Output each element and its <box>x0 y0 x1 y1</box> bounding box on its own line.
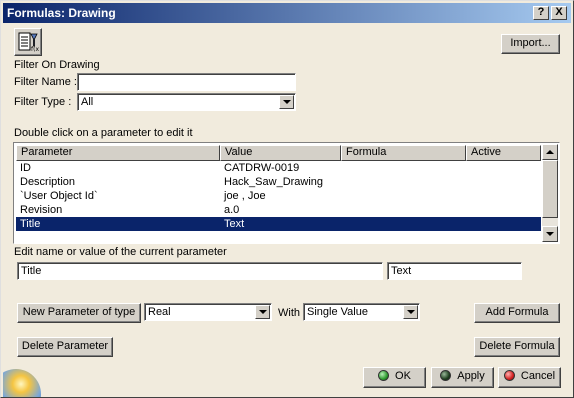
cell-parameter: Revision <box>20 204 63 216</box>
cell-value: Hack_Saw_Drawing <box>224 176 324 188</box>
column-header-active[interactable]: Active <box>466 145 541 161</box>
cell-value: Text <box>224 218 245 230</box>
column-header-formula[interactable]: Formula <box>341 145 466 161</box>
table-caption: Double click on a parameter to edit it <box>14 127 193 139</box>
column-header-parameter[interactable]: Parameter <box>16 145 220 161</box>
window-title: Formulas: Drawing <box>7 6 116 20</box>
help-button[interactable]: ? <box>533 6 549 20</box>
table-body: ID CATDRW-0019 Description Hack_Saw_Draw… <box>16 161 541 231</box>
parameter-name-input[interactable]: Title <box>17 262 383 280</box>
apply-label: Apply <box>457 370 485 382</box>
filter-type-value: All <box>81 96 94 108</box>
chevron-down-icon[interactable] <box>279 95 294 109</box>
table-row[interactable]: ID CATDRW-0019 <box>16 161 541 175</box>
filter-name-label: Filter Name : <box>14 76 77 88</box>
table-row[interactable]: Revision a.0 <box>16 203 541 217</box>
table-row[interactable]: Description Hack_Saw_Drawing <box>16 175 541 189</box>
edit-caption: Edit name or value of the current parame… <box>14 246 227 258</box>
value-mode-select[interactable]: Single Value <box>303 303 420 321</box>
filter-section-label: Filter On Drawing <box>14 59 100 71</box>
cell-parameter: `User Object Id` <box>20 190 98 202</box>
cell-parameter: Title <box>20 218 41 230</box>
scroll-up-icon[interactable] <box>542 144 558 160</box>
ok-label: OK <box>395 370 411 382</box>
filter-type-select[interactable]: All <box>77 93 296 111</box>
cell-value: a.0 <box>224 204 240 216</box>
value-mode-value: Single Value <box>307 306 368 318</box>
column-header-value[interactable]: Value <box>220 145 341 161</box>
add-formula-button[interactable]: Add Formula <box>474 303 560 323</box>
ok-button[interactable]: OK <box>363 367 426 388</box>
filter-type-label: Filter Type : <box>14 96 72 108</box>
cancel-icon <box>503 370 515 381</box>
table-row-selected[interactable]: Title Text <box>16 217 541 231</box>
parameter-type-value: Real <box>148 306 171 318</box>
svg-text:f(x): f(x) <box>31 46 39 53</box>
new-parameter-button[interactable]: New Parameter of type <box>17 303 141 323</box>
chevron-down-icon[interactable] <box>255 305 270 319</box>
chevron-down-icon[interactable] <box>403 305 418 319</box>
catia-logo <box>3 361 47 397</box>
formula-filter-icon: f(x) <box>18 32 41 53</box>
cell-parameter: Description <box>20 176 76 188</box>
title-bar[interactable]: Formulas: Drawing ? X <box>3 3 571 23</box>
table-header: Parameter Value Formula Active <box>16 145 541 161</box>
delete-formula-button[interactable]: Delete Formula <box>474 337 560 357</box>
apply-icon <box>440 370 452 381</box>
filter-name-input[interactable] <box>77 73 296 91</box>
parameter-type-select[interactable]: Real <box>144 303 272 321</box>
cell-value: CATDRW-0019 <box>224 162 300 174</box>
close-button[interactable]: X <box>551 6 567 20</box>
parameter-table[interactable]: Parameter Value Formula Active ID CATDRW… <box>13 142 560 244</box>
table-row[interactable]: `User Object Id` joe , Joe <box>16 189 541 203</box>
cancel-label: Cancel <box>520 370 556 382</box>
formula-filter-button[interactable]: f(x) <box>14 28 42 56</box>
formulas-dialog: Formulas: Drawing ? X f(x) Import... Fil… <box>0 0 574 398</box>
cancel-button[interactable]: Cancel <box>498 367 561 388</box>
apply-button[interactable]: Apply <box>431 367 494 388</box>
ok-icon <box>378 370 390 381</box>
import-button[interactable]: Import... <box>501 34 560 54</box>
scroll-thumb[interactable] <box>542 160 558 218</box>
delete-parameter-button[interactable]: Delete Parameter <box>17 337 113 357</box>
cell-parameter: ID <box>20 162 31 174</box>
scroll-down-icon[interactable] <box>542 226 558 242</box>
parameter-value-input[interactable]: Text <box>387 262 522 280</box>
with-label: With <box>278 307 300 319</box>
cell-value: joe , Joe <box>224 190 266 202</box>
table-scrollbar[interactable] <box>542 144 558 242</box>
